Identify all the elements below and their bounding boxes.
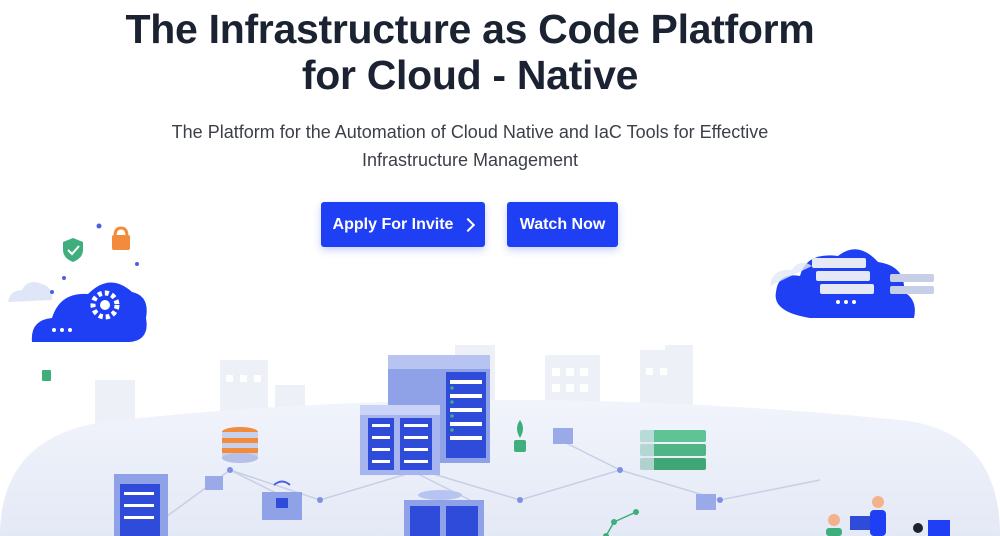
server-cloud-icon [775, 249, 934, 318]
note-icon [42, 370, 51, 381]
hero-subtitle-line-1: The Platform for the Automation of Cloud… [171, 122, 769, 142]
green-server-stack [640, 430, 706, 470]
cloud-infrastructure-illustration [0, 223, 1000, 536]
lock-icon [112, 226, 130, 250]
database-icon [222, 427, 258, 463]
front-server-tower [360, 405, 440, 475]
hero-title-line-1: The Infrastructure as Code Platform [125, 6, 815, 52]
small-cloud-icon [8, 282, 53, 302]
person-figure [870, 496, 886, 536]
hero-subtitle: The Platform for the Automation of Cloud… [0, 118, 940, 174]
shield-icon [63, 238, 83, 262]
hero-title: The Infrastructure as Code Platform for … [0, 6, 940, 98]
hero-title-line-2: for Cloud - Native [301, 52, 639, 98]
bottom-left-server [114, 474, 168, 536]
hero-subtitle-line-2: Infrastructure Management [361, 150, 579, 170]
